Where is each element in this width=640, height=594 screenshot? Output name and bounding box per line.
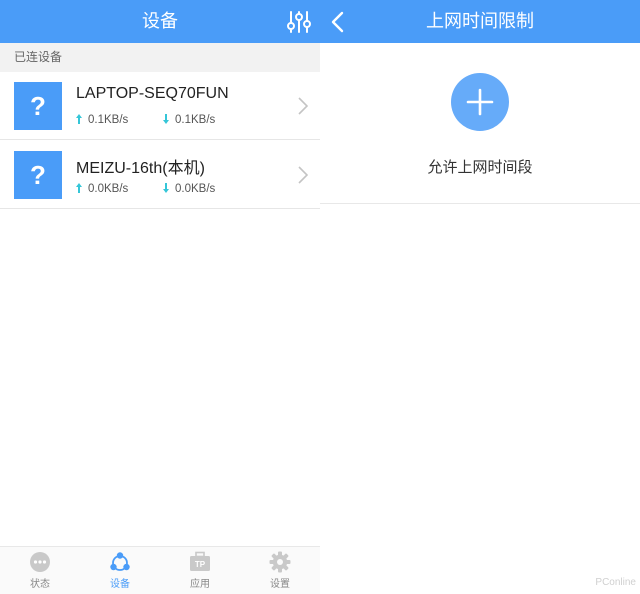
- plus-icon: [466, 88, 494, 116]
- page-title: 上网时间限制: [426, 11, 534, 32]
- unknown-device-icon: ?: [14, 151, 62, 199]
- device-list-screen: 设备 已连设备 ? LAPTOP-SEQ70FUN 0.1KB/s 0.1KB/…: [0, 0, 320, 594]
- status-dots-icon: [30, 552, 50, 572]
- upload-speed: 0.1KB/s: [76, 114, 128, 126]
- allowed-period-label: 允许上网时间段: [427, 158, 533, 176]
- device-name: LAPTOP-SEQ70FUN: [76, 85, 229, 102]
- tp-apps-icon: TP: [190, 551, 210, 571]
- nav-tab-label: 设备: [110, 579, 130, 590]
- download-speed: 0.0KB/s: [163, 183, 215, 195]
- upload-speed: 0.0KB/s: [76, 183, 128, 195]
- top-bar: 上网时间限制: [320, 0, 640, 43]
- unknown-device-icon: ?: [14, 82, 62, 130]
- nav-tab-label: 状态: [30, 579, 50, 590]
- divider: [320, 203, 640, 204]
- watermark: PConline: [595, 577, 636, 588]
- upload-arrow-icon: [76, 183, 82, 193]
- nav-tab-label: 应用: [190, 579, 210, 590]
- download-speed-value: 0.0KB/s: [175, 183, 216, 195]
- page-title: 设备: [142, 11, 178, 32]
- upload-arrow-icon: [76, 114, 82, 124]
- devices-network-icon: [110, 552, 130, 571]
- svg-text:TP: TP: [195, 560, 206, 569]
- upload-speed-value: 0.1KB/s: [88, 114, 129, 126]
- device-row[interactable]: ? MEIZU-16th(本机) 0.0KB/s 0.0KB/s: [0, 141, 320, 209]
- device-row[interactable]: ? LAPTOP-SEQ70FUN 0.1KB/s 0.1KB/s: [0, 72, 320, 140]
- upload-speed-value: 0.0KB/s: [88, 183, 129, 195]
- chevron-right-icon: [298, 97, 308, 115]
- device-name: MEIZU-16th(本机): [76, 160, 205, 177]
- nav-tab-status[interactable]: 状态: [0, 547, 80, 594]
- add-time-period-button[interactable]: [451, 73, 509, 131]
- filter-sliders-icon[interactable]: [286, 9, 312, 35]
- download-speed: 0.1KB/s: [163, 114, 215, 126]
- download-arrow-icon: [163, 183, 169, 193]
- bottom-nav: 状态 设备 TP 应用 设置: [0, 546, 320, 594]
- nav-tab-label: 设置: [270, 579, 290, 590]
- chevron-right-icon: [298, 166, 308, 184]
- connected-devices-header: 已连设备: [0, 43, 320, 72]
- gear-icon: [269, 551, 291, 573]
- nav-tab-devices[interactable]: 设备: [80, 547, 160, 594]
- nav-tab-apps[interactable]: TP 应用: [160, 547, 240, 594]
- time-limit-screen: 上网时间限制 允许上网时间段 PConline: [320, 0, 640, 594]
- download-arrow-icon: [163, 114, 169, 124]
- nav-tab-settings[interactable]: 设置: [240, 547, 320, 594]
- top-bar: 设备: [0, 0, 320, 43]
- download-speed-value: 0.1KB/s: [175, 114, 216, 126]
